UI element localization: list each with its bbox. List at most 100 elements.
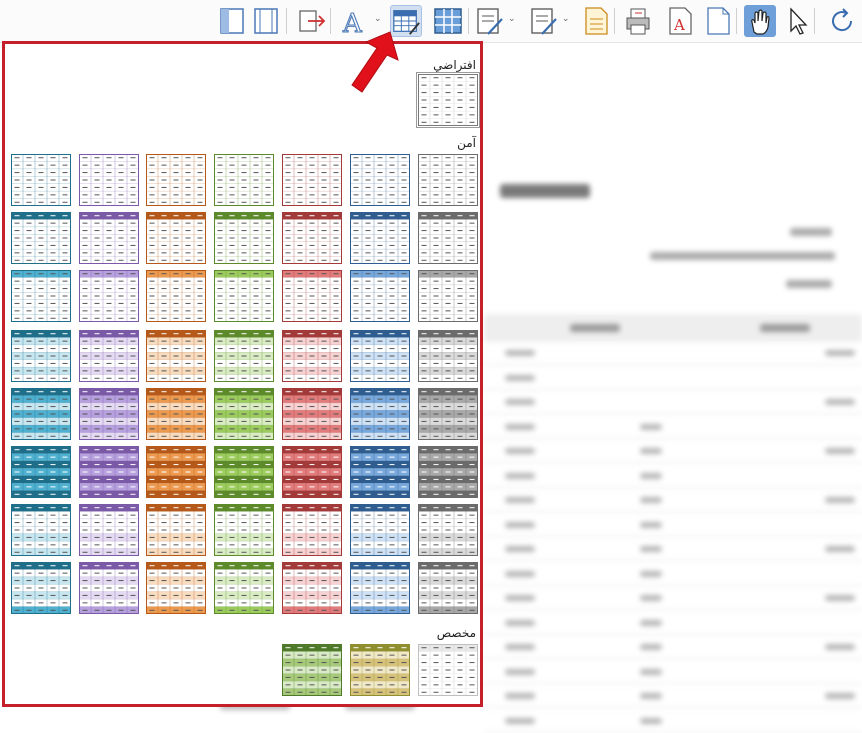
table-style-swatch[interactable]	[282, 388, 342, 440]
table-style-swatch[interactable]	[418, 446, 478, 498]
table-style-swatch[interactable]	[11, 270, 71, 322]
table-style-swatch[interactable]	[282, 330, 342, 382]
table-style-swatch[interactable]	[418, 504, 478, 556]
background-shape	[484, 535, 862, 537]
table-style-swatch[interactable]	[11, 330, 71, 382]
table-style-gallery: افتراضي آمن مخصص	[2, 41, 483, 707]
table-style-swatch[interactable]	[11, 504, 71, 556]
table-style-swatch[interactable]	[350, 446, 410, 498]
table-style-swatch[interactable]	[418, 154, 478, 206]
background-shape	[484, 560, 862, 561]
table-style-swatch[interactable]	[214, 154, 274, 206]
table-style-swatch[interactable]	[282, 270, 342, 322]
background-shape	[570, 324, 620, 332]
document-button[interactable]	[580, 5, 612, 37]
background-shape	[825, 399, 855, 405]
table-style-swatch[interactable]	[282, 154, 342, 206]
table-style-swatch[interactable]	[146, 270, 206, 322]
table-style-swatch[interactable]	[11, 212, 71, 264]
table-style-swatch[interactable]	[418, 644, 478, 696]
table-grid-button[interactable]	[432, 5, 464, 37]
table-style-swatch[interactable]	[214, 446, 274, 498]
table-style-swatch[interactable]	[146, 154, 206, 206]
table-style-swatch[interactable]	[350, 154, 410, 206]
table-style-swatch[interactable]	[79, 562, 139, 614]
table-style-swatch[interactable]	[214, 212, 274, 264]
table-style-swatch[interactable]	[282, 562, 342, 614]
table-style-swatch[interactable]	[79, 330, 139, 382]
edit-form-alt-button[interactable]	[528, 5, 560, 37]
background-shape	[640, 693, 662, 699]
refresh-button[interactable]	[826, 5, 858, 37]
table-style-swatch[interactable]	[146, 562, 206, 614]
table-style-swatch[interactable]	[11, 388, 71, 440]
background-shape	[640, 497, 662, 503]
background-shape	[484, 707, 862, 708]
chevron-down-icon[interactable]: ⌄	[374, 14, 382, 24]
background-shape	[484, 462, 862, 463]
table-style-swatch[interactable]	[214, 330, 274, 382]
background-shape	[640, 595, 662, 601]
table-style-swatch[interactable]	[350, 644, 410, 696]
table-style-swatch[interactable]	[146, 388, 206, 440]
table-style-swatch[interactable]	[282, 504, 342, 556]
red-arrow-icon	[351, 31, 399, 93]
table-style-swatch[interactable]	[11, 154, 71, 206]
table-style-swatch[interactable]	[418, 562, 478, 614]
table-style-swatch[interactable]	[79, 154, 139, 206]
chevron-down-icon[interactable]: ⌄	[508, 14, 516, 24]
background-shape	[500, 184, 590, 198]
table-style-swatch[interactable]	[350, 330, 410, 382]
table-style-swatch[interactable]	[350, 504, 410, 556]
margins-button[interactable]	[250, 5, 282, 37]
table-style-swatch[interactable]	[418, 270, 478, 322]
toolbar-separator	[330, 8, 331, 34]
print-icon	[626, 8, 650, 35]
table-style-swatch[interactable]	[350, 212, 410, 264]
table-style-swatch[interactable]	[418, 330, 478, 382]
table-style-swatch[interactable]	[214, 388, 274, 440]
table-style-swatch[interactable]	[11, 562, 71, 614]
edit-form-icon	[477, 8, 503, 35]
table-style-swatch[interactable]	[214, 504, 274, 556]
page-layout-button[interactable]	[216, 5, 248, 37]
svg-text:A: A	[673, 16, 685, 34]
page-icon	[707, 7, 730, 35]
pdf-button[interactable]: A	[664, 5, 696, 37]
table-style-swatch[interactable]	[416, 72, 480, 128]
background-shape	[825, 546, 855, 552]
table-style-swatch[interactable]	[79, 504, 139, 556]
table-style-swatch[interactable]	[418, 212, 478, 264]
background-shape	[640, 472, 662, 479]
table-style-swatch[interactable]	[282, 644, 342, 696]
table-style-swatch[interactable]	[350, 270, 410, 322]
background-shape	[505, 521, 535, 528]
hand-tool-button[interactable]	[744, 5, 776, 37]
pdf-icon: A	[669, 7, 692, 35]
background-shape	[650, 252, 835, 260]
chevron-down-icon[interactable]: ⌄	[562, 14, 570, 24]
page-button[interactable]	[702, 5, 734, 37]
table-style-swatch[interactable]	[214, 270, 274, 322]
table-style-swatch[interactable]	[79, 270, 139, 322]
table-style-swatch[interactable]	[146, 446, 206, 498]
table-style-swatch[interactable]	[350, 562, 410, 614]
table-style-swatch[interactable]	[146, 330, 206, 382]
table-style-swatch[interactable]	[214, 562, 274, 614]
pointer-button[interactable]	[782, 5, 814, 37]
table-style-swatch[interactable]	[146, 504, 206, 556]
table-style-swatch[interactable]	[418, 388, 478, 440]
export-button[interactable]	[296, 5, 328, 37]
table-style-swatch[interactable]	[79, 446, 139, 498]
table-style-swatch[interactable]	[11, 446, 71, 498]
table-style-swatch[interactable]	[282, 446, 342, 498]
table-style-swatch[interactable]	[350, 388, 410, 440]
table-style-swatch[interactable]	[146, 212, 206, 264]
table-style-swatch[interactable]	[282, 212, 342, 264]
background-shape	[760, 324, 810, 332]
edit-form-button[interactable]	[474, 5, 506, 37]
background-shape	[825, 693, 855, 699]
table-style-swatch[interactable]	[79, 388, 139, 440]
table-style-swatch[interactable]	[79, 212, 139, 264]
print-button[interactable]	[622, 5, 654, 37]
